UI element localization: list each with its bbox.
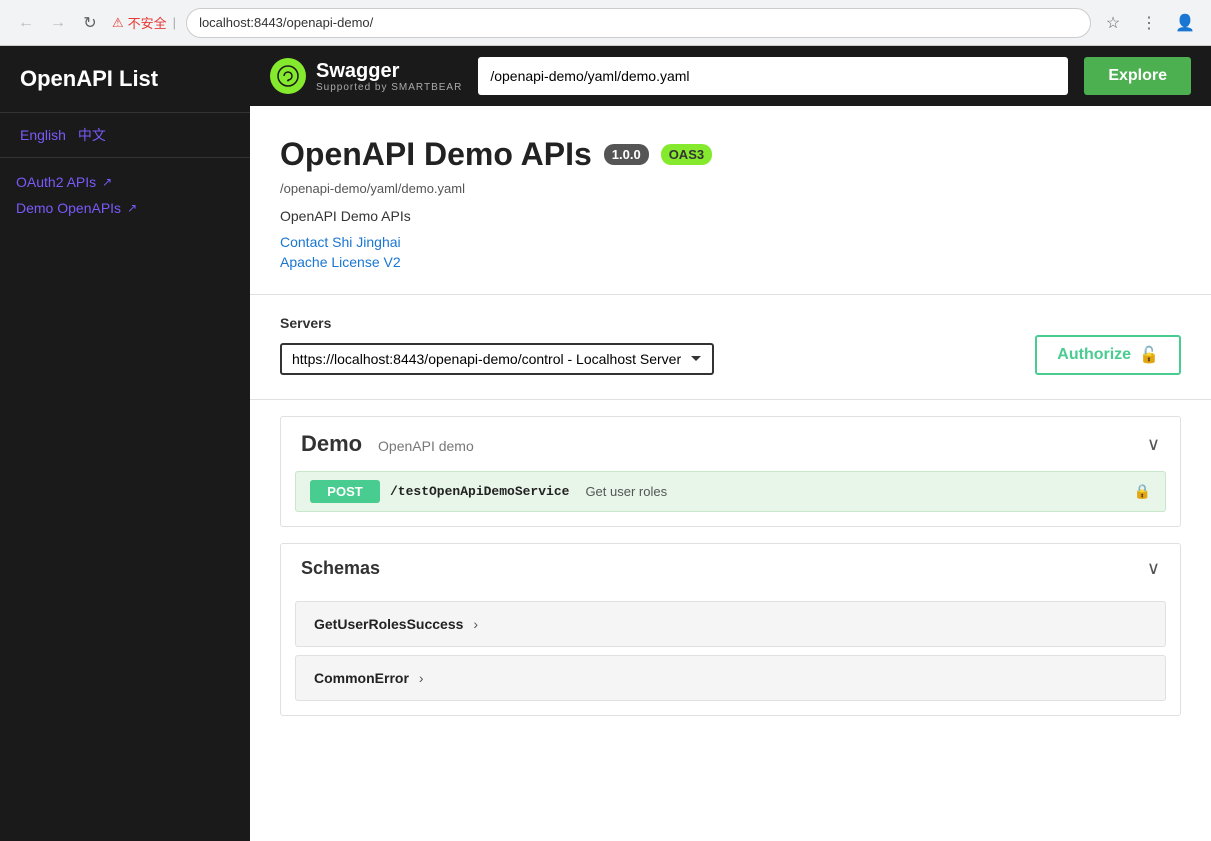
browser-chrome: ← → ↻ ⚠ 不安全 | ☆ ⋮ 👤: [0, 0, 1211, 46]
servers-left: Servers https://localhost:8443/openapi-d…: [280, 315, 714, 375]
swagger-header: Swagger Supported by SMARTBEAR Explore: [250, 46, 1211, 106]
demo-section-subtitle: OpenAPI demo: [378, 438, 474, 454]
endpoint-path: /testOpenApiDemoService: [390, 484, 569, 499]
browser-actions: ☆ ⋮ 👤: [1099, 9, 1199, 37]
sidebar-item-demo-openapis[interactable]: Demo OpenAPIs ↗: [16, 200, 234, 216]
sidebar-title: OpenAPI List: [0, 46, 250, 113]
post-method-badge: POST: [310, 480, 380, 503]
schema-arrow-1: ›: [419, 670, 424, 686]
warning-icon: ⚠: [112, 15, 124, 31]
profile-button[interactable]: 👤: [1171, 9, 1199, 37]
endpoint-lock-icon: 🔒: [1134, 483, 1151, 500]
swagger-supported-by: Supported by SMARTBEAR: [316, 82, 462, 93]
swagger-logo: Swagger Supported by SMARTBEAR: [270, 58, 462, 94]
sidebar-item-oauth2-apis[interactable]: OAuth2 APIs ↗: [16, 174, 234, 190]
nav-buttons: ← → ↻: [12, 9, 104, 37]
reload-button[interactable]: ↻: [76, 9, 104, 37]
main-content: Swagger Supported by SMARTBEAR Explore O…: [250, 46, 1211, 841]
demo-section: Demo OpenAPI demo ∨ POST /testOpenApiDem…: [280, 416, 1181, 527]
license-link[interactable]: Apache License V2: [280, 254, 1181, 270]
swagger-url-input[interactable]: [478, 57, 1068, 95]
demo-section-header[interactable]: Demo OpenAPI demo ∨: [281, 417, 1180, 471]
schema-item-get-user-roles[interactable]: GetUserRolesSuccess ›: [295, 601, 1166, 647]
servers-label: Servers: [280, 315, 714, 331]
version-badge: 1.0.0: [604, 144, 649, 165]
authorize-button[interactable]: Authorize 🔓: [1035, 335, 1181, 375]
demo-section-title: Demo: [301, 431, 362, 456]
server-select[interactable]: https://localhost:8443/openapi-demo/cont…: [280, 343, 714, 375]
authorize-lock-icon: 🔓: [1139, 345, 1159, 365]
sidebar-links: OAuth2 APIs ↗ Demo OpenAPIs ↗: [0, 158, 250, 232]
servers-section: Servers https://localhost:8443/openapi-d…: [250, 295, 1211, 400]
address-bar[interactable]: [186, 8, 1091, 38]
schema-arrow-0: ›: [473, 616, 478, 632]
schemas-header[interactable]: Schemas ∨: [281, 544, 1180, 593]
demo-chevron-icon: ∨: [1147, 434, 1160, 455]
swagger-icon: [270, 58, 306, 94]
oas3-badge: OAS3: [661, 144, 712, 165]
menu-button[interactable]: ⋮: [1135, 9, 1163, 37]
schemas-title: Schemas: [301, 558, 380, 579]
api-title-row: OpenAPI Demo APIs 1.0.0 OAS3: [280, 136, 1181, 173]
schema-item-common-error[interactable]: CommonError ›: [295, 655, 1166, 701]
api-info: OpenAPI Demo APIs 1.0.0 OAS3 /openapi-de…: [250, 106, 1211, 295]
forward-button[interactable]: →: [44, 9, 72, 37]
explore-button[interactable]: Explore: [1084, 57, 1191, 95]
swagger-text: Swagger Supported by SMARTBEAR: [316, 60, 462, 93]
endpoint-description: Get user roles: [585, 484, 667, 499]
api-path: /openapi-demo/yaml/demo.yaml: [280, 181, 1181, 196]
schemas-section: Schemas ∨ GetUserRolesSuccess › CommonEr…: [280, 543, 1181, 716]
back-button[interactable]: ←: [12, 9, 40, 37]
app-layout: OpenAPI List English 中文 OAuth2 APIs ↗ De…: [0, 46, 1211, 841]
api-title: OpenAPI Demo APIs: [280, 136, 592, 173]
sidebar: OpenAPI List English 中文 OAuth2 APIs ↗ De…: [0, 46, 250, 841]
sidebar-lang: English 中文: [0, 113, 250, 158]
external-link-icon: ↗: [102, 175, 112, 189]
bookmark-button[interactable]: ☆: [1099, 9, 1127, 37]
security-warning: ⚠ 不安全 |: [112, 13, 178, 32]
swagger-name: Swagger: [316, 60, 462, 82]
lang-english-button[interactable]: English: [20, 125, 66, 145]
contact-link[interactable]: Contact Shi Jinghai: [280, 234, 1181, 250]
schemas-chevron-icon: ∨: [1147, 558, 1160, 579]
external-link-icon-2: ↗: [127, 201, 137, 215]
post-endpoint-row[interactable]: POST /testOpenApiDemoService Get user ro…: [295, 471, 1166, 512]
swagger-url-bar: [478, 57, 1068, 95]
lang-chinese-button[interactable]: 中文: [78, 125, 106, 145]
api-description: OpenAPI Demo APIs: [280, 208, 1181, 224]
